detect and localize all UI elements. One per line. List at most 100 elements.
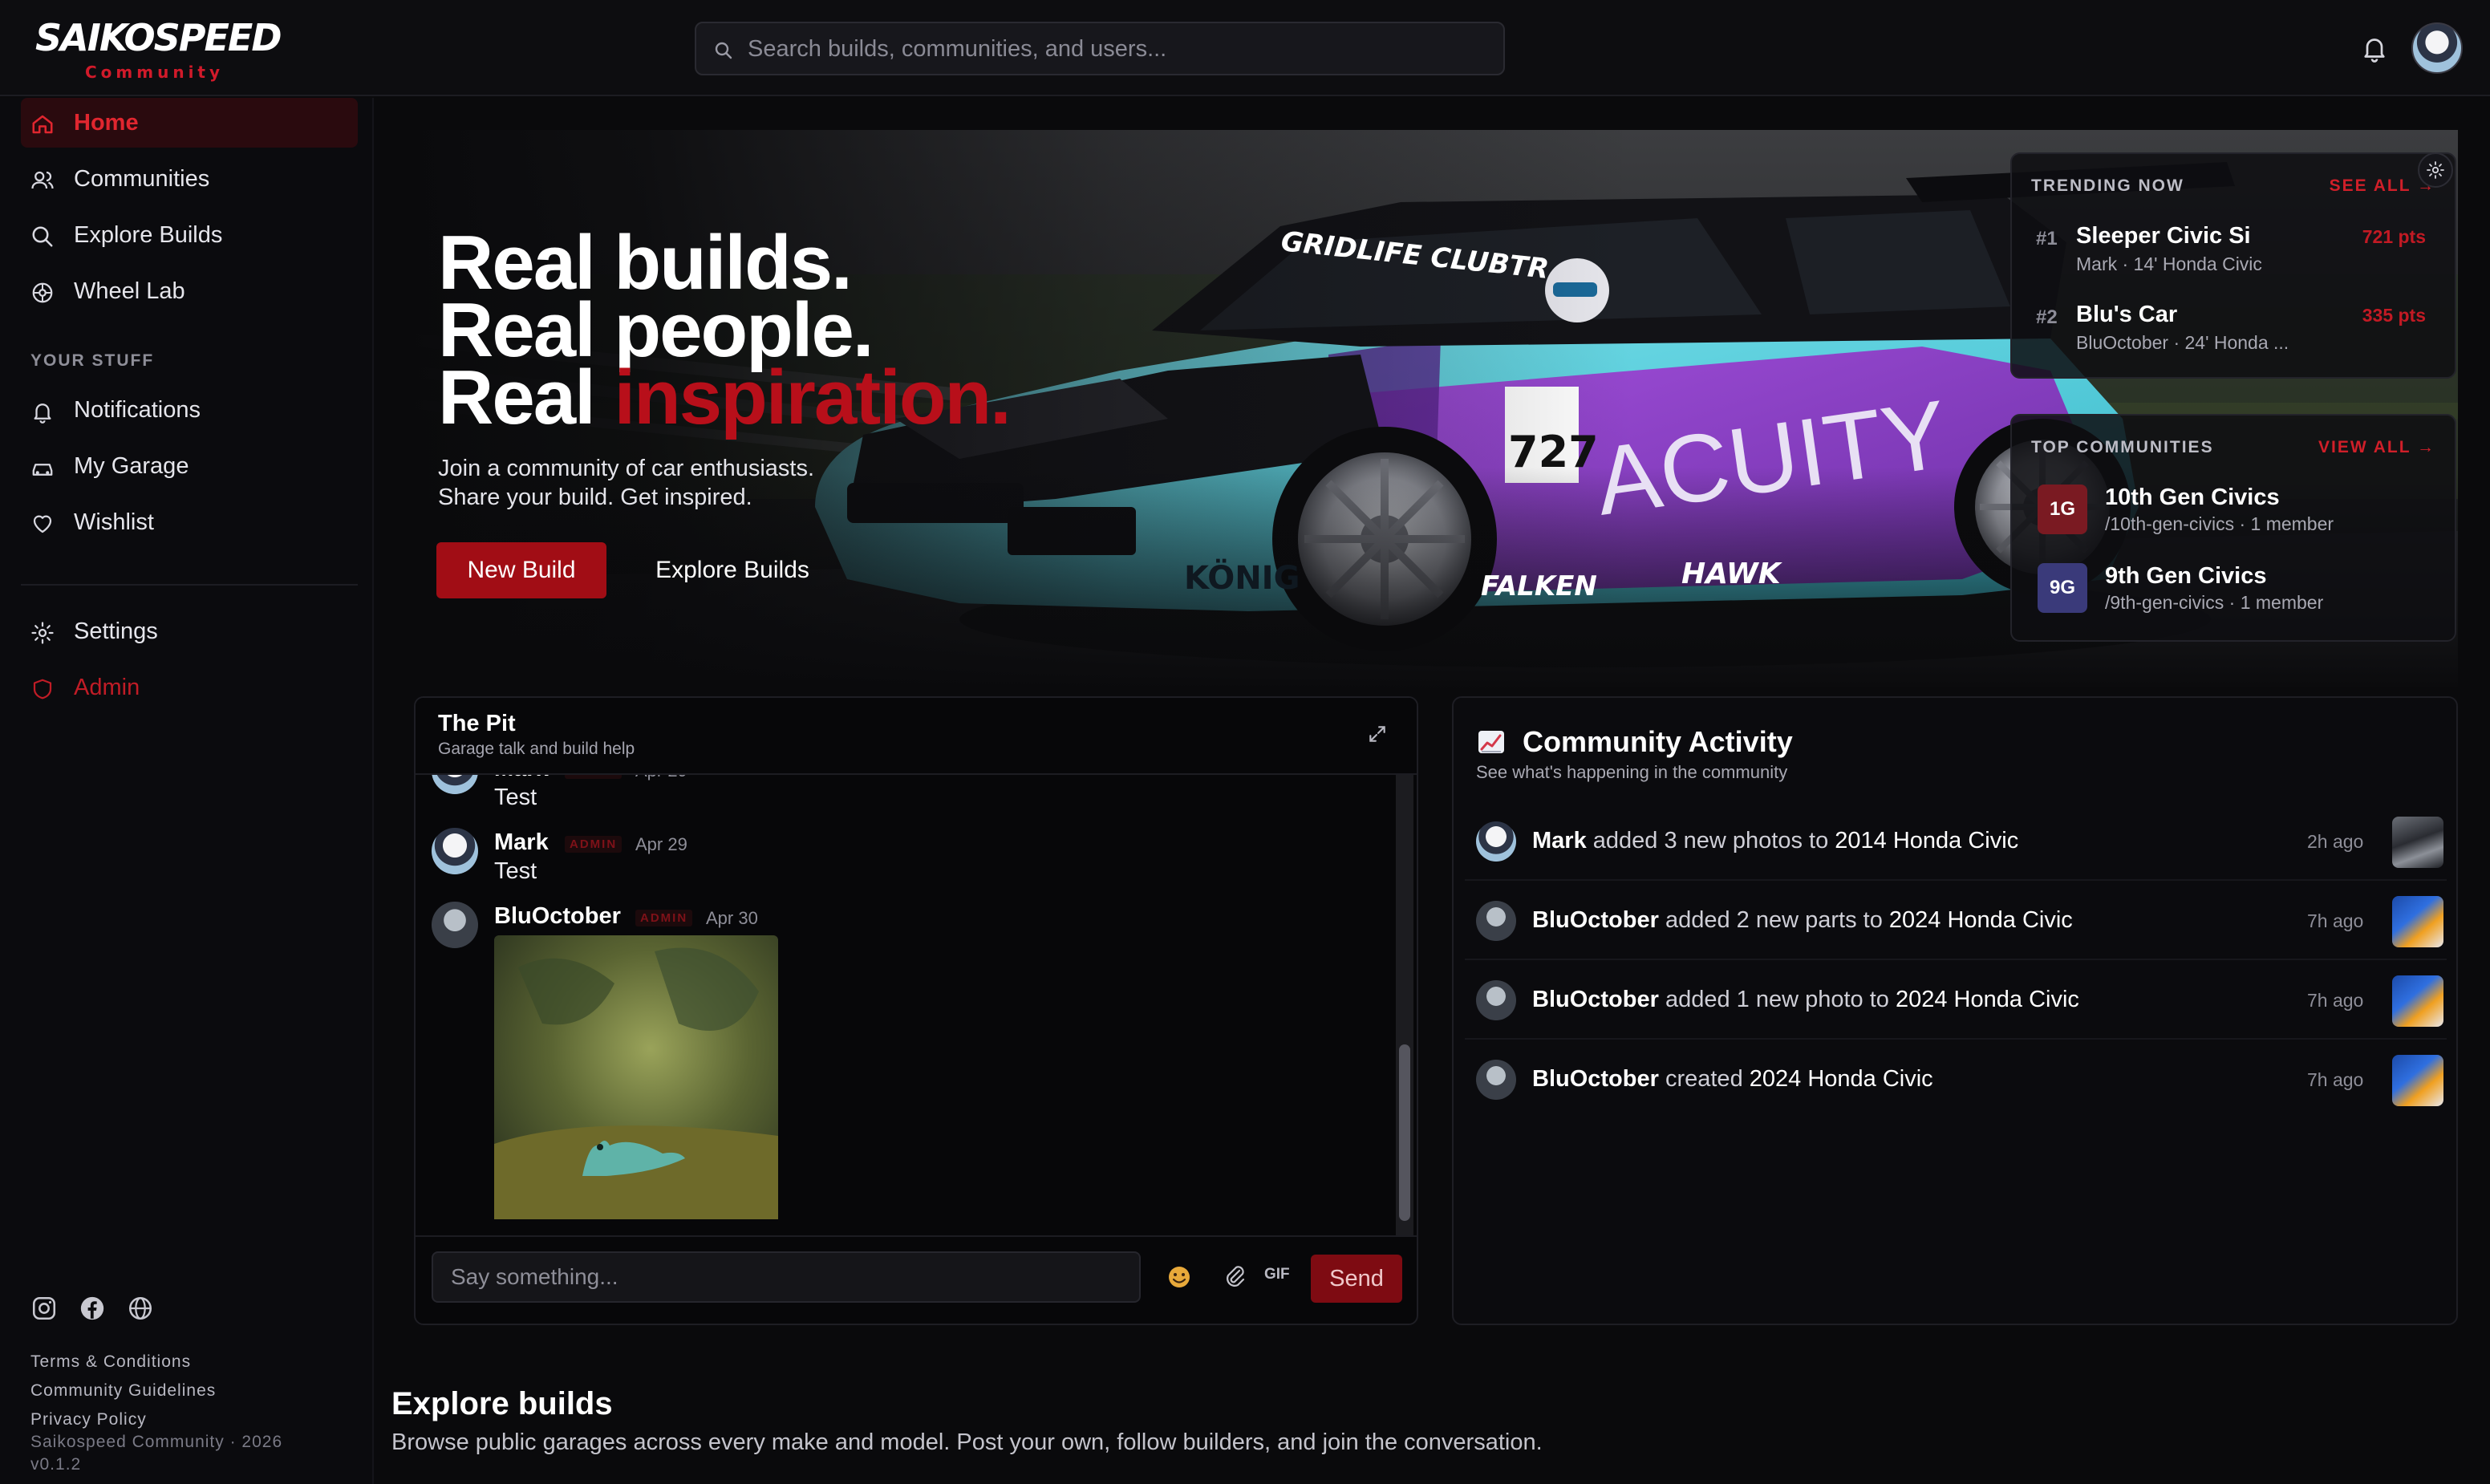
search-icon — [32, 226, 53, 247]
sidebar-item-notifications[interactable]: Notifications — [21, 385, 358, 435]
activity-thumbnail[interactable] — [2392, 896, 2443, 947]
community-badge: 9G — [2038, 563, 2087, 613]
explore-builds-button[interactable]: Explore Builds — [632, 542, 833, 598]
bell-icon — [34, 403, 51, 424]
hero-headline: Real builds. Real people. Real inspirati… — [438, 225, 1012, 436]
avatar[interactable] — [1476, 980, 1516, 1020]
paperclip-icon[interactable] — [1218, 1259, 1253, 1295]
activity-thumbnail[interactable] — [2392, 1055, 2443, 1106]
hero-line-3-highlight: inspiration. — [614, 355, 1011, 440]
new-build-button[interactable]: New Build — [436, 542, 606, 598]
activity-user[interactable]: BluOctober — [1532, 987, 1659, 1012]
search-bar[interactable] — [695, 22, 1505, 75]
chart-increasing-icon — [1478, 731, 1504, 753]
livery-number-text: 727 — [1508, 427, 1599, 477]
livery-sponsor-text: ACUITY — [1589, 380, 1953, 536]
gear-icon — [31, 622, 54, 644]
sidebar-item-settings[interactable]: Settings — [21, 606, 358, 656]
gif-button[interactable]: GIF — [1264, 1266, 1290, 1283]
footer-link-terms[interactable]: Terms & Conditions — [30, 1352, 191, 1372]
hero-subtitle: Join a community of car enthusiasts. Sha… — [438, 454, 814, 512]
sidebar-item-communities[interactable]: Communities — [21, 154, 358, 204]
activity-target[interactable]: 2024 Honda Civic — [1896, 987, 2079, 1012]
community-title: 9th Gen Civics — [2105, 563, 2267, 589]
activity-user[interactable]: BluOctober — [1532, 907, 1659, 933]
trending-see-all-link[interactable]: SEE ALL → — [2330, 176, 2435, 196]
activity-target[interactable]: 2024 Honda Civic — [1889, 907, 2073, 933]
sidebar-item-wheel-lab[interactable]: Wheel Lab — [21, 266, 358, 316]
trending-meta: BluOctober · 24' Honda ... — [2076, 332, 2289, 353]
pit-subtitle-overlay: Garage talk and build help — [438, 740, 635, 758]
explore-builds-heading: Explore builds — [391, 1386, 613, 1421]
community-activity-panel: Community Activity See what's happening … — [1452, 696, 2458, 1325]
user-avatar[interactable] — [2411, 22, 2463, 74]
pit-header-bg: The Pit Garage talk and build help — [416, 698, 1417, 773]
activity-row[interactable]: BluOctober added 1 new photo to 2024 Hon… — [1465, 961, 2447, 1040]
message-date: Apr 29 — [635, 834, 687, 854]
avatar[interactable] — [1476, 901, 1516, 941]
brand-logo[interactable]: SAIKOSPEED Community — [35, 16, 282, 88]
users-icon — [31, 171, 54, 189]
livery-tire-brand-text: FALKEN — [1481, 570, 1597, 602]
avatar[interactable] — [1476, 821, 1516, 862]
avatar[interactable] — [1476, 1060, 1516, 1100]
community-meta: /10th-gen-civics · 1 member — [2105, 513, 2334, 534]
hero-subtitle-line-2: Share your build. Get inspired. — [438, 485, 752, 510]
avatar[interactable] — [432, 828, 478, 874]
sidebar-item-wishlist[interactable]: Wishlist — [21, 497, 358, 547]
hero-settings-button[interactable] — [2418, 152, 2453, 188]
sidebar-item-home[interactable]: Home — [21, 98, 358, 148]
message-username[interactable]: BluOctober — [494, 903, 621, 930]
activity-action: added 3 new photos to — [1586, 828, 1835, 854]
activity-time: 7h ago — [2307, 910, 2364, 931]
top-communities-card: TOP COMMUNITIES VIEW ALL → 1G 10th Gen C… — [2010, 414, 2456, 642]
facebook-icon[interactable] — [79, 1295, 106, 1322]
sidebar-item-label: Admin — [74, 675, 140, 700]
logo-wordmark: SAIKOSPEED — [35, 16, 282, 59]
activity-text: BluOctober added 1 new photo to 2024 Hon… — [1532, 987, 2079, 1013]
footer-link-guidelines[interactable]: Community Guidelines — [30, 1381, 216, 1401]
activity-row[interactable]: Mark added 3 new photos to 2014 Honda Ci… — [1465, 802, 2447, 881]
instagram-icon[interactable] — [30, 1295, 58, 1322]
emoji-icon[interactable] — [1162, 1259, 1197, 1295]
search-input[interactable] — [748, 33, 1470, 65]
pit-header-divider — [416, 773, 1417, 775]
sidebar-item-my-garage[interactable]: My Garage — [21, 441, 358, 491]
activity-row[interactable]: BluOctober added 2 new parts to 2024 Hon… — [1465, 882, 2447, 960]
sidebar-item-explore-builds[interactable]: Explore Builds — [21, 210, 358, 260]
activity-row[interactable]: BluOctober created 2024 Honda Civic 7h a… — [1465, 1040, 2447, 1119]
sidebar-item-admin[interactable]: Admin — [21, 663, 358, 712]
pit-title-overlay: The Pit — [438, 711, 516, 736]
message-gif-image[interactable] — [494, 935, 778, 1219]
notifications-bell-icon[interactable] — [2360, 34, 2389, 63]
activity-thumbnail[interactable] — [2392, 817, 2443, 868]
explore-builds-description: Browse public garages across every make … — [391, 1429, 1543, 1455]
wheel-icon — [32, 282, 53, 303]
send-button[interactable]: Send — [1311, 1255, 1402, 1303]
sidebar-item-label: Home — [74, 110, 139, 136]
activity-user[interactable]: Mark — [1532, 828, 1587, 854]
activity-text: Mark added 3 new photos to 2014 Honda Ci… — [1532, 828, 2018, 854]
top-communities-view-all-link[interactable]: VIEW ALL → — [2318, 438, 2435, 457]
sidebar-item-label: Notifications — [74, 397, 201, 423]
the-pit-chat-panel: The Pit Garage talk and build help Mark … — [414, 696, 1418, 1325]
activity-action: added 2 new parts to — [1658, 907, 1889, 933]
avatar[interactable] — [432, 902, 478, 948]
chat-scrollbar-thumb[interactable] — [1399, 1044, 1410, 1221]
activity-target[interactable]: 2014 Honda Civic — [1835, 828, 2018, 854]
activity-user[interactable]: BluOctober — [1532, 1066, 1659, 1092]
expand-icon[interactable] — [1367, 724, 1388, 744]
gear-icon — [2427, 161, 2444, 179]
message-username[interactable]: Mark — [494, 829, 549, 856]
chat-message-input[interactable] — [432, 1251, 1141, 1303]
livery-wheel-brand-text: KÖNIG — [1184, 558, 1300, 597]
sidebar-divider — [21, 584, 358, 586]
top-bar: SAIKOSPEED Community — [0, 0, 2490, 96]
globe-icon[interactable] — [127, 1295, 154, 1322]
heart-icon — [33, 515, 52, 533]
activity-thumbnail[interactable] — [2392, 975, 2443, 1027]
shield-icon — [33, 679, 52, 699]
activity-target[interactable]: 2024 Honda Civic — [1750, 1066, 1933, 1092]
footer-link-privacy[interactable]: Privacy Policy — [30, 1410, 147, 1429]
trending-rank: #2 — [2036, 306, 2058, 328]
